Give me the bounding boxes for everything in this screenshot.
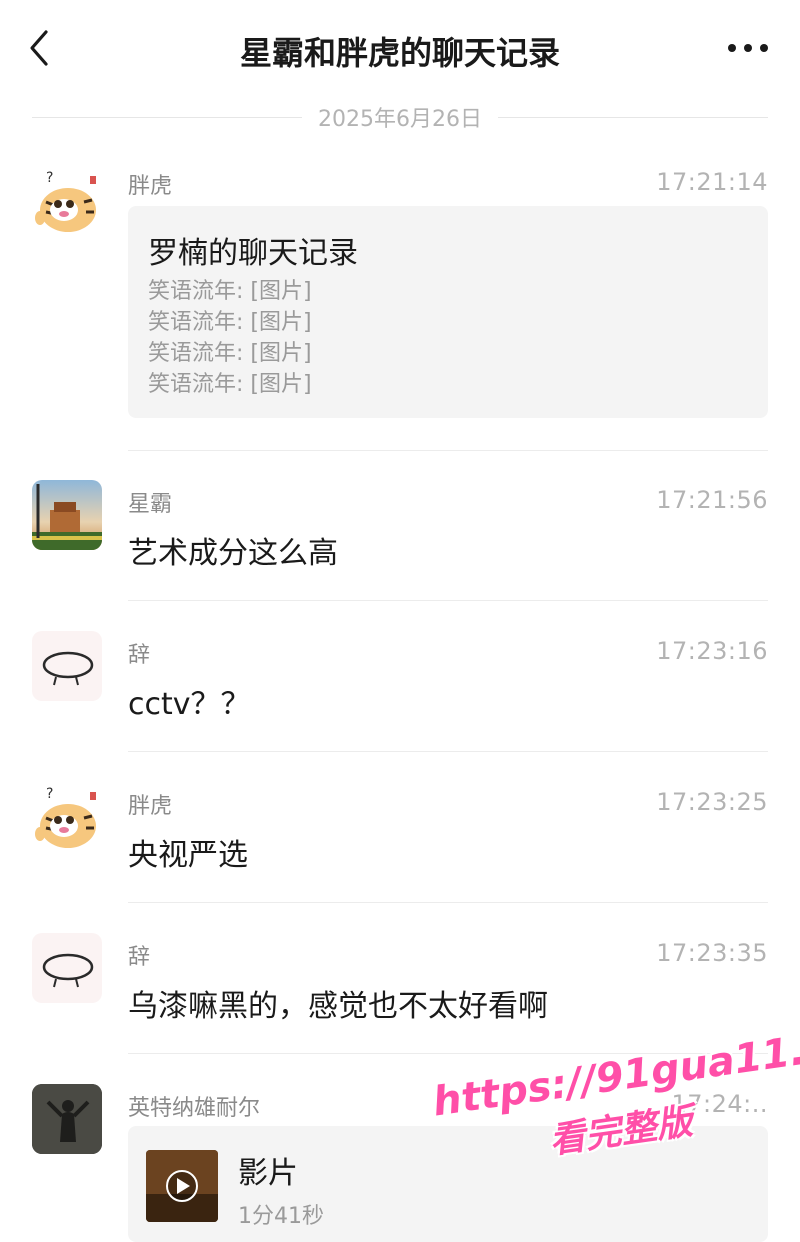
doodle-avatar-icon: [42, 953, 94, 988]
message-time: 17:23:16: [656, 637, 768, 665]
video-duration: 1分41秒: [238, 1204, 324, 1229]
sender-name: 辞: [128, 945, 151, 970]
message-divider: [128, 600, 768, 601]
video-title: 影片: [238, 1156, 298, 1191]
svg-text:?: ?: [46, 786, 53, 802]
tiger-avatar-icon: ?: [35, 786, 96, 848]
card-preview-lines: 笑语流年: [图片] 笑语流年: [图片] 笑语流年: [图片] 笑语流年: […: [148, 276, 312, 400]
date-separator: 2025年6月26日: [32, 100, 769, 134]
tiger-avatar-icon: ?: [35, 170, 96, 232]
avatar-tiger[interactable]: ?: [32, 166, 102, 236]
sender-name: 胖虎: [128, 794, 173, 819]
avatar-doodle[interactable]: [32, 631, 102, 701]
sender-name: 胖虎: [128, 174, 173, 199]
message-time: 17:23:35: [656, 939, 768, 967]
avatar-tiger[interactable]: ?: [32, 782, 102, 852]
avatar-landscape[interactable]: [32, 480, 102, 550]
divider-line: [498, 116, 769, 118]
more-button[interactable]: [726, 28, 770, 68]
page-title: 星霸和胖虎的聊天记录: [239, 34, 560, 72]
message-time: 17:21:14: [656, 168, 768, 196]
date-label: 2025年6月26日: [318, 107, 482, 132]
avatar-silhouette[interactable]: [32, 1084, 102, 1154]
message-text: 艺术成分这么高: [128, 536, 338, 571]
message-divider: [128, 751, 768, 752]
message-time: 17:21:56: [656, 486, 768, 514]
card-line: 笑语流年: [图片]: [148, 372, 312, 397]
message-time: 17:23:25: [656, 788, 768, 816]
card-title: 罗楠的聊天记录: [148, 236, 358, 271]
message-divider: [128, 450, 768, 451]
sender-name: 英特纳雄耐尔: [128, 1096, 261, 1121]
message-divider: [128, 902, 768, 903]
svg-text:?: ?: [46, 170, 53, 186]
card-line: 笑语流年: [图片]: [148, 279, 312, 304]
message-text: 央视严选: [128, 838, 248, 873]
message-text: cctv？？: [128, 687, 251, 722]
avatar-doodle[interactable]: [32, 933, 102, 1003]
silhouette-avatar-icon: [32, 1084, 102, 1154]
nav-bar: 星霸和胖虎的聊天记录: [0, 0, 800, 96]
doodle-avatar-icon: [42, 651, 94, 686]
card-line: 笑语流年: [图片]: [148, 341, 312, 366]
more-dots-icon: [728, 44, 768, 52]
message-text: 乌漆嘛黑的，感觉也不太好看啊: [128, 989, 548, 1024]
divider-line: [32, 116, 303, 118]
sender-name: 星霸: [128, 492, 173, 517]
video-thumbnail[interactable]: [146, 1150, 218, 1222]
card-line: 笑语流年: [图片]: [148, 310, 312, 335]
sender-name: 辞: [128, 643, 151, 668]
chat-record-card[interactable]: 罗楠的聊天记录 笑语流年: [图片] 笑语流年: [图片] 笑语流年: [图片]…: [128, 206, 768, 418]
play-icon: [146, 1150, 218, 1222]
landscape-avatar-icon: [32, 480, 102, 550]
